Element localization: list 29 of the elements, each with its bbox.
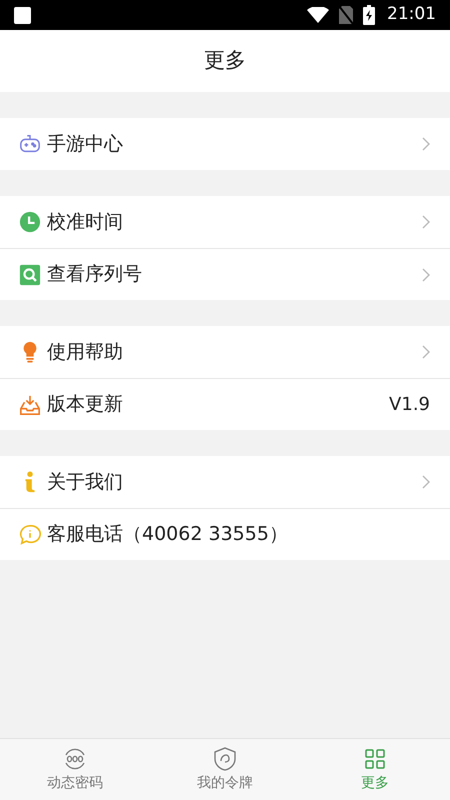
menu-item[interactable]: 版本更新 V1.9 bbox=[0, 378, 450, 430]
menu-item[interactable]: 手游中心 bbox=[0, 118, 450, 170]
menu-item[interactable]: 客服电话（40062 33555） bbox=[0, 508, 450, 560]
battery-charging-icon bbox=[363, 5, 375, 25]
wifi-icon bbox=[307, 7, 329, 23]
gamepad-icon bbox=[19, 133, 41, 155]
menu-label: 客服电话（40062 33555） bbox=[47, 522, 289, 548]
menu-item[interactable]: 关于我们 bbox=[0, 456, 450, 508]
menu-label: 使用帮助 bbox=[47, 340, 124, 365]
menu-label: 关于我们 bbox=[47, 470, 124, 495]
menu-label: 校准时间 bbox=[47, 210, 124, 235]
menu-item[interactable]: 使用帮助 bbox=[0, 326, 450, 378]
tab[interactable]: 动态密码 bbox=[0, 739, 150, 800]
tab[interactable]: 我的令牌 bbox=[150, 739, 300, 800]
no-sim-icon bbox=[339, 6, 353, 24]
speech-bubble-icon bbox=[19, 524, 41, 546]
menu-label: 手游中心 bbox=[47, 132, 124, 157]
clock-time: 21:01 bbox=[387, 3, 436, 26]
shield-icon bbox=[212, 746, 238, 772]
menu-label: 查看序列号 bbox=[47, 262, 143, 288]
notification-icon bbox=[14, 6, 31, 24]
menu-label: 版本更新 bbox=[47, 392, 124, 418]
search-icon bbox=[19, 264, 41, 286]
clock-icon bbox=[19, 211, 41, 233]
menu-item[interactable]: 查看序列号 bbox=[0, 248, 450, 300]
download-tray-icon bbox=[19, 394, 41, 416]
page-title: 更多 bbox=[204, 47, 246, 74]
version-value: V1.9 bbox=[389, 393, 430, 417]
menu-item[interactable]: 校准时间 bbox=[0, 196, 450, 248]
